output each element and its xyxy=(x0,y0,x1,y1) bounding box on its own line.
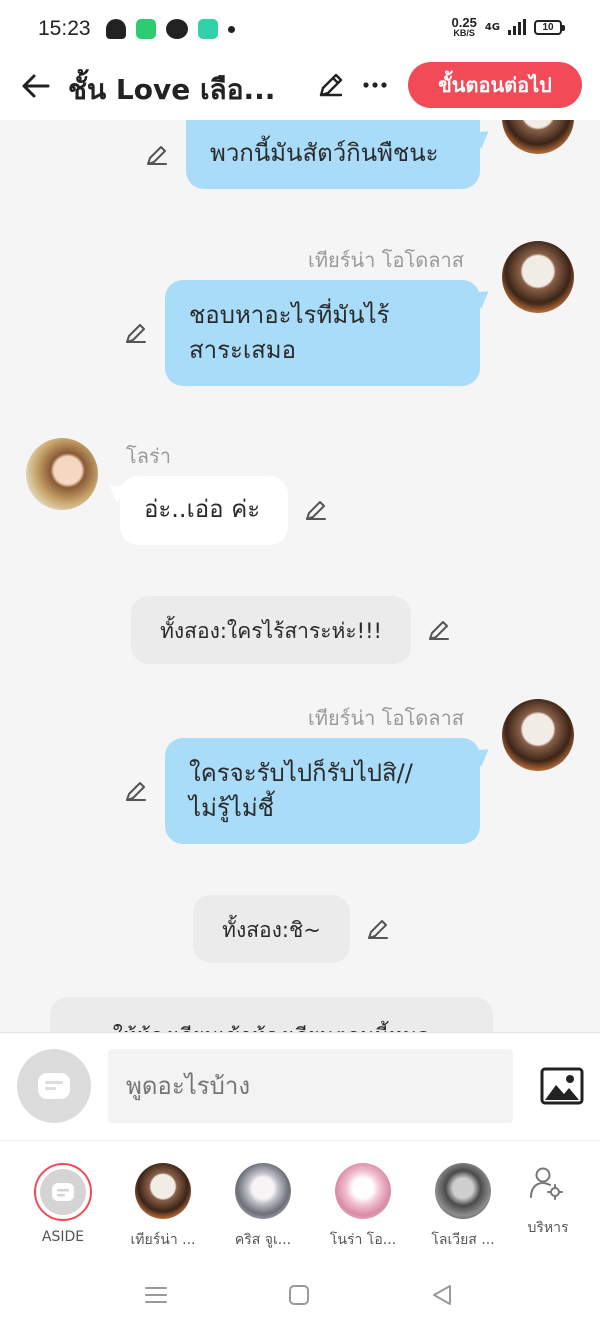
character-avatar xyxy=(135,1163,191,1219)
home-square-icon[interactable] xyxy=(288,1284,310,1306)
network-speed-unit: KB/S xyxy=(453,28,475,38)
status-time: 15:23 xyxy=(38,17,91,40)
manage-button[interactable]: บริหาร xyxy=(498,1141,598,1253)
network-speed: 0.25 KB/S xyxy=(452,16,477,38)
character-avatar xyxy=(435,1163,491,1219)
narration-bubble[interactable]: ทั้งสอง:ใครไร้สาระห่ะ!!! xyxy=(131,596,411,664)
message-list[interactable]: พวกนี้มันสัตว์กินพืชนะ เทียร์น่า โอโดลาส… xyxy=(0,120,600,1032)
message-input[interactable] xyxy=(108,1049,513,1123)
character-aside[interactable]: ASIDE xyxy=(0,1141,100,1253)
network-type: 4G xyxy=(484,21,500,33)
back-arrow-icon[interactable] xyxy=(20,70,52,102)
avatar[interactable] xyxy=(502,120,574,154)
character-item[interactable]: เทียร์น่า ... xyxy=(113,1141,213,1253)
message-bubble[interactable]: อ่ะ..เอ่อ ค่ะ xyxy=(120,476,288,545)
message-text-line: ใครจะรับไปก็รับไปสิ// xyxy=(189,759,413,787)
pencil-icon[interactable] xyxy=(365,916,391,942)
narration-bubble[interactable]: ทั้งสอง:ชิ~ xyxy=(193,895,350,963)
pencil-icon[interactable] xyxy=(426,617,452,643)
more-dots-icon[interactable] xyxy=(360,70,390,100)
message-text: อ่ะ..เอ่อ ค่ะ xyxy=(144,495,261,523)
image-icon[interactable] xyxy=(540,1067,584,1105)
chat-icon xyxy=(52,1183,74,1201)
phone-notification-icon xyxy=(136,19,156,39)
message-text: พวกนี้มันสัตว์กินพืชนะ xyxy=(210,139,439,167)
message-text-line: สาระเสมอ xyxy=(189,336,296,364)
character-name: ASIDE xyxy=(41,1229,85,1245)
chat-mode-button[interactable] xyxy=(17,1049,91,1123)
message-text-line: ไม่รู้ไม่ชี้ xyxy=(189,794,274,822)
character-avatar xyxy=(335,1163,391,1219)
pencil-icon[interactable] xyxy=(316,70,346,100)
avatar[interactable] xyxy=(26,438,98,510)
app-notification-icon xyxy=(106,19,126,39)
avatar[interactable] xyxy=(502,699,574,771)
signal-icon xyxy=(508,19,526,35)
character-avatar xyxy=(235,1163,291,1219)
app-notification-icon-2 xyxy=(198,19,218,39)
sender-name: เทียร์น่า โอโดลาส xyxy=(308,248,464,272)
input-bar xyxy=(0,1032,600,1140)
status-bar: 15:23 0.25 KB/S 4G 10 xyxy=(0,0,600,58)
character-name: คริส จูเ... xyxy=(234,1232,292,1248)
notification-icons xyxy=(106,19,235,39)
message-bubble[interactable]: ใครจะรับไปก็รับไปสิ// ไม่รู้ไม่ชี้ xyxy=(165,738,480,844)
chat-icon xyxy=(38,1073,70,1099)
chat-header: ชั้น Love เลือ... ขั้นตอนต่อไป xyxy=(0,58,600,120)
message-bubble[interactable]: พวกนี้มันสัตว์กินพืชนะ xyxy=(186,120,480,189)
message-text-line: ชอบหาอะไรที่มันไร้ xyxy=(189,301,390,329)
avatar[interactable] xyxy=(502,241,574,313)
character-name: เทียร์น่า ... xyxy=(130,1232,196,1248)
aside-selected-ring xyxy=(34,1163,92,1221)
narration-text: ให้ห้องเรียนเข้าห้องเรียนตอนนี้หมด xyxy=(113,1024,430,1032)
narration-text: ทั้งสอง:ใครไร้สาระห่ะ!!! xyxy=(160,619,382,643)
pencil-icon[interactable] xyxy=(123,778,149,804)
pencil-icon[interactable] xyxy=(123,320,149,346)
message-bubble[interactable]: ชอบหาอะไรที่มันไร้ สาระเสมอ xyxy=(165,280,480,386)
menu-icon[interactable] xyxy=(144,1285,168,1305)
more-notifications-dot-icon xyxy=(228,25,235,33)
character-name: บริหาร xyxy=(527,1220,569,1236)
line-notification-icon xyxy=(166,19,188,39)
status-right: 0.25 KB/S 4G 10 xyxy=(452,16,565,38)
sender-name: โลร่า xyxy=(126,444,171,468)
manage-user-icon xyxy=(530,1167,563,1200)
character-name: โนร่า โอ... xyxy=(329,1232,397,1248)
chat-title[interactable]: ชั้น Love เลือ... xyxy=(68,68,275,112)
pencil-icon[interactable] xyxy=(144,142,170,168)
sender-name: เทียร์น่า โอโดลาส xyxy=(308,706,464,730)
next-step-button[interactable]: ขั้นตอนต่อไป xyxy=(408,62,582,108)
aside-avatar xyxy=(40,1169,86,1215)
back-triangle-icon[interactable] xyxy=(430,1283,454,1307)
system-nav-bar xyxy=(0,1252,600,1333)
narration-text: ทั้งสอง:ชิ~ xyxy=(222,918,321,942)
battery-icon: 10 xyxy=(534,19,565,35)
character-bar: ASIDE เทียร์น่า ... คริส จูเ... โนร่า โอ… xyxy=(0,1140,600,1252)
narration-bubble[interactable]: ให้ห้องเรียนเข้าห้องเรียนตอนนี้หมด xyxy=(50,997,493,1032)
pencil-icon[interactable] xyxy=(303,497,329,523)
battery-level: 10 xyxy=(542,21,554,33)
character-item[interactable]: โนร่า โอ... xyxy=(313,1141,413,1253)
character-item[interactable]: คริส จูเ... xyxy=(213,1141,313,1253)
